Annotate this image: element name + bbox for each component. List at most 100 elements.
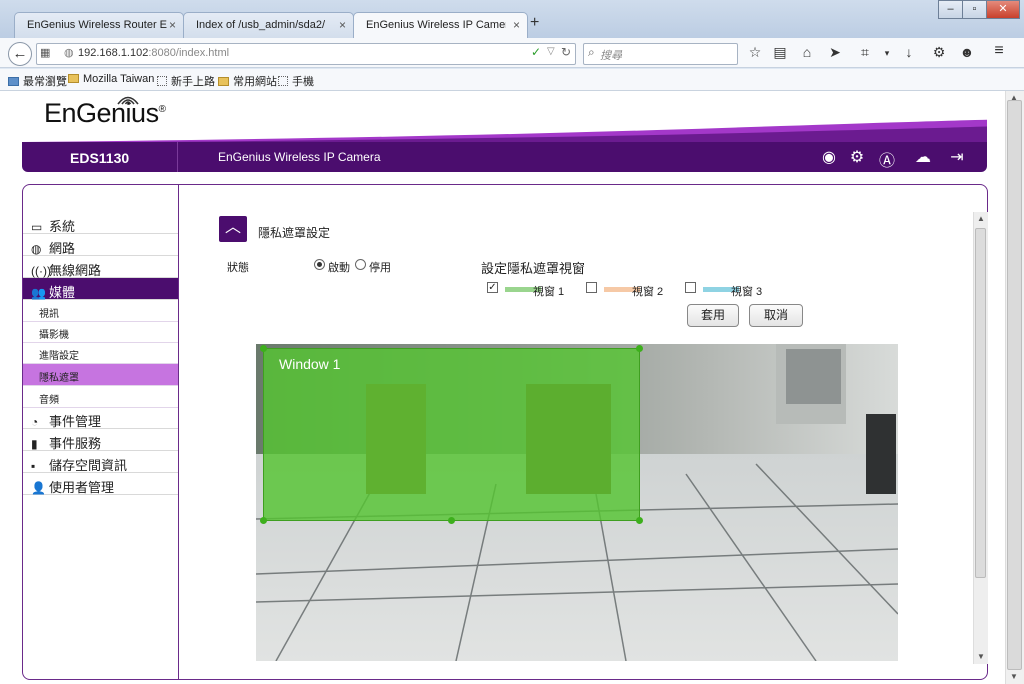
model-name: EDS1130 bbox=[70, 150, 130, 166]
close-icon[interactable]: × bbox=[513, 18, 520, 32]
sidebar-item-label: 儲存空間資訊 bbox=[49, 458, 128, 473]
close-icon[interactable]: × bbox=[339, 18, 346, 32]
bookmark-label: 手機 bbox=[292, 76, 314, 88]
status-label: 狀態 bbox=[227, 262, 249, 274]
wireless-icon: ((·)) bbox=[31, 264, 51, 278]
window2-label: 視窗 2 bbox=[632, 286, 664, 298]
minimize-button[interactable]: – bbox=[938, 0, 963, 19]
enable-label: 啟動 bbox=[328, 262, 350, 274]
gear-icon[interactable]: ⚙ bbox=[930, 44, 948, 61]
maximize-button[interactable]: ▫ bbox=[962, 0, 987, 19]
window1-checkbox[interactable]: ✓ bbox=[487, 282, 498, 293]
sidebar-subitem-advanced[interactable]: 進階設定 bbox=[23, 342, 178, 364]
bookmark-icon bbox=[8, 77, 19, 86]
check-icon: ✓ bbox=[531, 45, 542, 59]
disable-radio[interactable] bbox=[355, 259, 366, 270]
resize-handle[interactable] bbox=[260, 517, 267, 524]
tab-ipcamera[interactable]: EnGenius Wireless IP Camera × bbox=[353, 12, 528, 39]
sidebar-item-media[interactable]: 👥 媒體 bbox=[23, 278, 178, 300]
sidebar-item-label: 事件服務 bbox=[49, 436, 102, 451]
sidebar-item-storage[interactable]: ▪ 儲存空間資訊 bbox=[23, 451, 178, 473]
resize-handle[interactable] bbox=[636, 517, 643, 524]
close-window-button[interactable]: ✕ bbox=[986, 0, 1020, 19]
bookmark-label: 最常瀏覽 bbox=[23, 76, 67, 88]
scroll-up-icon[interactable]: ▲ bbox=[977, 214, 985, 223]
bookmark-label: Mozilla Taiwan bbox=[83, 73, 155, 85]
page-icon bbox=[157, 76, 167, 86]
user-icon: 👤 bbox=[31, 481, 46, 495]
scroll-down-icon[interactable]: ▼ bbox=[977, 652, 985, 661]
sidebar-item-wireless[interactable]: ((·))無線網路 bbox=[23, 256, 178, 278]
header-divider bbox=[177, 142, 178, 172]
crop-icon[interactable]: ⌗ bbox=[856, 44, 874, 61]
sidebar-item-label: 事件管理 bbox=[49, 414, 102, 429]
content-scroll-thumb[interactable] bbox=[975, 228, 986, 578]
apply-button[interactable]: 套用 bbox=[687, 304, 739, 327]
send-icon[interactable]: ➤ bbox=[826, 44, 844, 61]
sidebar-item-label: 使用者管理 bbox=[49, 480, 115, 495]
header-bar bbox=[22, 142, 987, 172]
sidebar-item-label: 媒體 bbox=[49, 285, 76, 300]
bookmark-mobile[interactable]: 手機 bbox=[278, 73, 314, 89]
smiley-icon[interactable]: ☻ bbox=[958, 44, 976, 60]
bookmark-label: 常用網站 bbox=[233, 76, 277, 88]
page-scroll-thumb[interactable] bbox=[1007, 100, 1022, 670]
page-icon bbox=[278, 76, 288, 86]
folder-icon bbox=[68, 74, 79, 83]
logout-icon[interactable]: ⇥ bbox=[946, 147, 968, 167]
cancel-button[interactable]: 取消 bbox=[749, 304, 803, 327]
bookmark-common-sites[interactable]: 常用網站 bbox=[218, 73, 277, 89]
sidebar-item-event-service[interactable]: ▮ 事件服務 bbox=[23, 429, 178, 451]
folder-icon bbox=[218, 77, 229, 86]
sidebar-item-network[interactable]: ◍ 網路 bbox=[23, 234, 178, 256]
back-button[interactable]: ← bbox=[8, 42, 32, 66]
resize-handle[interactable] bbox=[448, 517, 455, 524]
window3-label: 視窗 3 bbox=[731, 286, 763, 298]
bookmark-label: 新手上路 bbox=[171, 76, 215, 88]
enable-radio[interactable] bbox=[314, 259, 325, 270]
home-icon[interactable]: ⌂ bbox=[798, 44, 816, 60]
dropdown-icon[interactable]: ▽ bbox=[547, 46, 555, 57]
reading-list-icon[interactable]: ▤ bbox=[771, 44, 789, 61]
sidebar-item-event-management[interactable]: ◔ 事件管理 bbox=[23, 407, 178, 429]
users-icon: 👥 bbox=[31, 286, 46, 300]
camera-icon[interactable]: ◉ bbox=[818, 147, 840, 167]
bookmark-mozilla-taiwan[interactable]: Mozilla Taiwan bbox=[68, 73, 154, 85]
close-icon[interactable]: × bbox=[169, 18, 176, 32]
sidebar-subitem-camera[interactable]: 攝影機 bbox=[23, 321, 178, 343]
new-tab-button[interactable]: + bbox=[530, 14, 539, 32]
disable-label: 停用 bbox=[369, 262, 391, 274]
resize-handle[interactable] bbox=[260, 345, 267, 352]
sidebar-item-label: 系統 bbox=[49, 219, 76, 234]
cloud-download-icon[interactable]: ☁ bbox=[910, 147, 936, 167]
bookmark-star-icon[interactable]: ☆ bbox=[746, 44, 764, 61]
tab-label: EnGenius Wireless IP Camera bbox=[366, 19, 506, 31]
event-icon: ◔ bbox=[31, 415, 39, 429]
privacy-mask-window-1[interactable] bbox=[263, 348, 640, 521]
resize-handle[interactable] bbox=[636, 345, 643, 352]
sidebar-subitem-audio[interactable]: 音頻 bbox=[23, 386, 178, 408]
url-text[interactable]: 192.168.1.102:8080/index.html bbox=[78, 47, 229, 59]
sidebar-item-label: 無線網路 bbox=[49, 263, 102, 278]
url-path: :8080/index.html bbox=[148, 47, 230, 59]
sidebar-subitem-video[interactable]: 視訊 bbox=[23, 300, 178, 322]
window3-checkbox[interactable] bbox=[685, 282, 696, 293]
gear-icon[interactable]: ⚙ bbox=[846, 147, 868, 167]
scroll-down-icon[interactable]: ▼ bbox=[1010, 672, 1018, 681]
chevron-down-icon[interactable]: ▾ bbox=[878, 48, 896, 59]
header-swoosh bbox=[22, 119, 987, 144]
bookmark-getting-started[interactable]: 新手上路 bbox=[157, 73, 215, 89]
language-icon[interactable]: Ⓐ bbox=[876, 147, 898, 171]
sidebar-item-user-management[interactable]: 👤 使用者管理 bbox=[23, 473, 178, 495]
tab-index[interactable]: Index of /usb_admin/sda2/ × bbox=[183, 12, 354, 38]
window2-checkbox[interactable] bbox=[586, 282, 597, 293]
tab-router[interactable]: EnGenius Wireless Router ES...× bbox=[14, 12, 184, 38]
reload-icon[interactable]: ↻ bbox=[561, 45, 571, 59]
bookmark-most-visited[interactable]: 最常瀏覽 bbox=[8, 73, 67, 89]
menu-icon[interactable]: ≡ bbox=[990, 42, 1008, 60]
sidebar-subitem-privacy-mask[interactable]: 隱私遮罩 bbox=[23, 364, 178, 386]
sidebar-item-label: 網路 bbox=[49, 241, 76, 256]
download-icon[interactable]: ↓ bbox=[900, 44, 918, 60]
sidebar-item-system[interactable]: ▭ 系統 bbox=[23, 212, 178, 234]
collapse-icon[interactable]: ︿ bbox=[219, 216, 247, 242]
